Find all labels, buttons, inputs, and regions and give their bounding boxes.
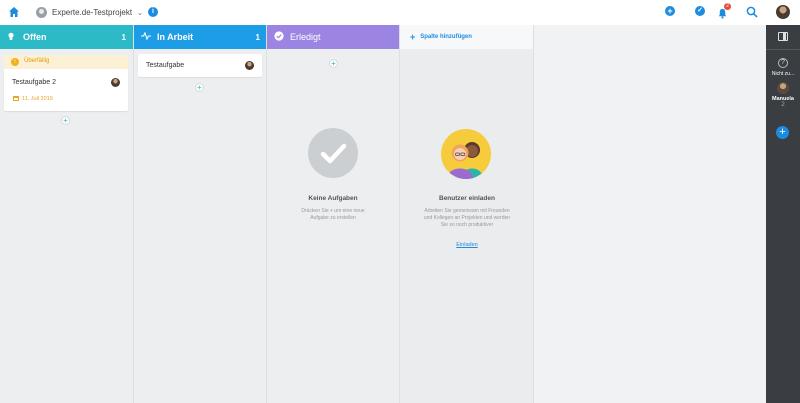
chevron-down-icon: ⌄ xyxy=(137,9,143,17)
add-member-button[interactable]: + xyxy=(776,126,789,139)
assignee-avatar xyxy=(245,61,254,70)
column-divider xyxy=(133,25,134,403)
overdue-label: Überfällig xyxy=(24,58,50,64)
column-header-in-progress[interactable]: In Arbeit 1 xyxy=(134,25,267,49)
task-card-testaufgabe[interactable]: Testaufgabe xyxy=(138,54,262,77)
column-header-done[interactable]: Erledigt xyxy=(267,25,400,49)
top-bar: Experte.de-Testprojekt ⌄ i + ✓ 2 xyxy=(0,0,766,25)
question-icon: ? xyxy=(778,58,788,68)
column-divider xyxy=(533,25,534,403)
member-filter-manuela[interactable]: Manuela 2 xyxy=(766,82,800,108)
info-icon[interactable]: i xyxy=(148,7,158,17)
task-title: Testaufgabe xyxy=(146,62,185,69)
task-card-testaufgabe-2[interactable]: Testaufgabe 2 11. Juli 2019 xyxy=(4,69,128,111)
column-title: In Arbeit xyxy=(157,32,194,42)
overdue-banner: ! Überfällig xyxy=(4,55,128,69)
column-header-open[interactable]: Offen 1 xyxy=(0,25,133,49)
lightbulb-icon xyxy=(7,32,19,43)
filter-unassigned[interactable]: ? Nicht zu... xyxy=(766,58,800,77)
empty-state-text: Drücken Sie + um eine neue Aufgabe zu er… xyxy=(301,208,365,221)
clock-icon: ! xyxy=(11,58,19,66)
plus-icon: + xyxy=(410,32,416,42)
add-task-done-button[interactable]: + xyxy=(329,59,338,68)
check-circle-icon xyxy=(274,31,286,43)
sidebar-divider xyxy=(766,49,800,50)
search-icon[interactable] xyxy=(746,6,758,18)
project-selector[interactable]: Experte.de-Testprojekt ⌄ xyxy=(36,6,143,19)
column-in-progress: In Arbeit 1 xyxy=(134,25,267,403)
add-column-button[interactable]: + Spalte hinzufügen xyxy=(400,25,533,49)
calendar-icon xyxy=(13,96,19,101)
column-title: Offen xyxy=(23,32,47,42)
unassigned-label: Nicht zu... xyxy=(771,71,795,77)
task-title: Testaufgabe 2 xyxy=(12,79,56,86)
project-avatar-icon xyxy=(36,7,47,18)
invite-title: Benutzer einladen xyxy=(439,195,495,202)
notifications-button[interactable]: 2 xyxy=(717,3,731,24)
members-sidebar: ? Nicht zu... Manuela 2 + xyxy=(766,25,800,403)
activity-icon xyxy=(141,31,153,42)
add-task-icon[interactable]: + xyxy=(665,6,675,16)
invite-link[interactable]: Einladen xyxy=(400,242,534,248)
assignee-avatar xyxy=(111,78,120,87)
column-divider xyxy=(266,25,267,403)
user-avatar[interactable] xyxy=(776,5,790,19)
project-name: Experte.de-Testprojekt xyxy=(52,8,133,17)
home-icon[interactable] xyxy=(8,6,20,18)
check-icon[interactable]: ✓ xyxy=(695,6,705,16)
avatar xyxy=(777,82,789,94)
member-task-count: 2 xyxy=(781,102,785,108)
column-title: Erledigt xyxy=(290,32,321,42)
notification-badge: 2 xyxy=(724,3,731,10)
add-task-open-button[interactable]: + xyxy=(61,116,70,125)
empty-state-title: Keine Aufgaben xyxy=(308,195,358,202)
task-due-date: 11. Juli 2019 xyxy=(22,96,53,102)
check-icon xyxy=(308,128,358,178)
panel-toggle-icon[interactable] xyxy=(778,32,788,41)
column-count: 1 xyxy=(255,32,260,42)
column-divider xyxy=(399,25,400,403)
add-task-in-progress-button[interactable]: + xyxy=(195,83,204,92)
invite-users-illustration-icon xyxy=(441,129,491,179)
column-count: 1 xyxy=(121,32,126,42)
add-column-label: Spalte hinzufügen xyxy=(420,34,472,40)
invite-text: Arbeiten Sie gemeinsam mit Freunden und … xyxy=(423,208,511,228)
